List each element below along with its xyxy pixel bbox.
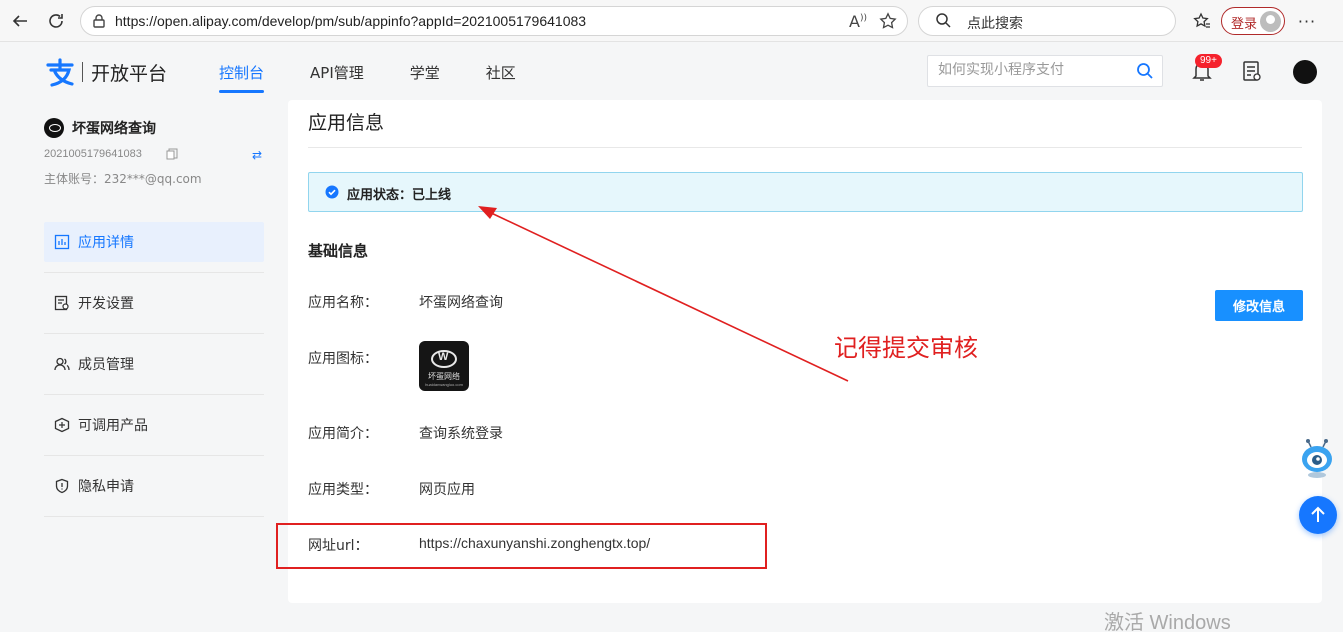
status-banner: 应用状态：已上线 (308, 172, 1303, 212)
annotation-text: 记得提交审核 (834, 334, 978, 362)
status-text: 应用状态：已上线 (347, 188, 452, 203)
more-icon[interactable]: ··· (1295, 9, 1319, 33)
top-nav: 控制台 API管理 学堂 社区 (219, 62, 562, 93)
app-icon-image: 坏蛋网络 huaidanwangluo.com (419, 341, 469, 391)
field-label: 应用图标： (308, 351, 378, 367)
profile-avatar-icon (1260, 11, 1281, 32)
alipay-logo-icon (44, 56, 76, 88)
app-logo-icon (44, 118, 64, 138)
login-label: 登录 (1231, 17, 1258, 32)
page-title: 应用信息 (308, 112, 385, 134)
search-icon[interactable] (1136, 62, 1154, 84)
site-search-input[interactable] (938, 62, 1128, 78)
sidebar-item-label: 开发设置 (78, 296, 134, 312)
refresh-icon[interactable] (44, 9, 68, 33)
sidebar-item-products[interactable]: 可调用产品 (44, 405, 264, 456)
logo-divider (82, 62, 83, 82)
notification-badge: 99+ (1195, 54, 1222, 68)
nav-academy[interactable]: 学堂 (410, 62, 440, 93)
nav-community[interactable]: 社区 (486, 62, 516, 93)
nav-api[interactable]: API管理 (310, 62, 364, 93)
account-info: 主体账号：232***@qq.com (44, 172, 202, 186)
windows-watermark: 激活 Windows (1104, 612, 1231, 632)
app-id: 2021005179641083 (44, 148, 142, 160)
browser-toolbar: https://open.alipay.com/develop/pm/sub/a… (0, 0, 1343, 42)
field-value: 网页应用 (419, 481, 475, 497)
field-label: 应用类型： (308, 482, 378, 498)
alipay-logo[interactable]: 开放平台 (44, 56, 167, 88)
sidebar-item-dev-settings[interactable]: 开发设置 (44, 283, 264, 334)
address-bar[interactable]: https://open.alipay.com/develop/pm/sub/a… (80, 6, 908, 36)
shield-icon (54, 478, 70, 494)
products-icon (54, 417, 70, 433)
search-icon (935, 12, 952, 33)
edit-info-button[interactable]: 修改信息 (1215, 290, 1303, 321)
app-name: 坏蛋网络查询 (72, 121, 156, 137)
copy-icon[interactable] (166, 148, 178, 164)
switch-app-icon[interactable]: ⇄ (252, 148, 262, 162)
sidebar-item-label: 可调用产品 (78, 418, 148, 434)
back-to-top-button[interactable] (1299, 496, 1337, 534)
sidebar-item-app-details[interactable]: 应用详情 (44, 222, 264, 273)
nav-console[interactable]: 控制台 (219, 62, 265, 93)
logo-text: 开放平台 (91, 62, 168, 85)
document-icon[interactable] (1242, 60, 1262, 86)
annotation-highlight-box (276, 523, 767, 569)
field-value: 查询系统登录 (419, 425, 503, 441)
app-name-row: 坏蛋网络查询 (44, 118, 156, 138)
app-header: 开放平台 控制台 API管理 学堂 社区 99+ (0, 42, 1343, 100)
field-value: 坏蛋网络查询 (419, 294, 503, 310)
sidebar-item-privacy[interactable]: 隐私申请 (44, 466, 264, 517)
browser-search-box[interactable]: 点此搜索 (918, 6, 1176, 36)
user-avatar[interactable] (1293, 60, 1317, 84)
arrow-up-icon (1311, 506, 1325, 522)
chart-icon (54, 234, 70, 250)
url-text[interactable]: https://open.alipay.com/develop/pm/sub/a… (115, 13, 586, 29)
check-circle-icon (325, 185, 339, 203)
title-divider (308, 147, 1302, 148)
favorite-star-icon[interactable] (879, 12, 897, 34)
sidebar-item-label: 成员管理 (78, 357, 134, 373)
login-button[interactable]: 登录 (1221, 7, 1285, 35)
sidebar-item-members[interactable]: 成员管理 (44, 344, 264, 395)
back-icon[interactable] (8, 9, 32, 33)
sidebar-menu: 应用详情 开发设置 成员管理 可调用产品 隐私申请 (44, 222, 264, 527)
members-icon (54, 356, 70, 372)
lock-icon[interactable] (91, 13, 107, 33)
app-icon-caption: 坏蛋网络 (428, 372, 460, 381)
field-label: 应用简介： (308, 426, 378, 442)
field-label: 应用名称： (308, 295, 378, 311)
favorites-icon[interactable] (1190, 9, 1214, 33)
section-title-basic-info: 基础信息 (308, 242, 369, 260)
assistant-robot-icon[interactable] (1298, 437, 1336, 479)
sidebar-item-label: 隐私申请 (78, 479, 134, 495)
app-icon-logo-icon (431, 350, 457, 368)
settings-doc-icon (54, 295, 70, 311)
app-icon-subcaption: huaidanwangluo.com (425, 382, 463, 387)
read-aloud-icon[interactable]: A)) (849, 12, 867, 31)
browser-search-text[interactable]: 点此搜索 (967, 13, 1023, 33)
sidebar-item-label: 应用详情 (78, 235, 134, 251)
site-search (927, 55, 1163, 87)
